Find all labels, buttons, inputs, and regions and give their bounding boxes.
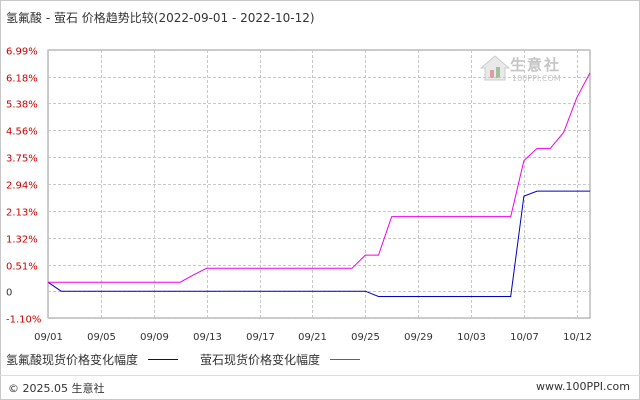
legend: 氢氟酸现货价格变化幅度 萤石现货价格变化幅度 (6, 351, 368, 368)
x-tick-label: 10/03 (457, 332, 486, 343)
x-tick-label: 09/01 (34, 332, 63, 343)
x-tick-label: 10/12 (563, 332, 592, 343)
y-tick-label: 4.56% (6, 127, 38, 138)
series-line-fluorite (48, 72, 591, 283)
footer-divider (0, 375, 640, 376)
y-tick-label: 3.75% (6, 154, 38, 165)
legend-label-hydrofluoric-acid: 氢氟酸现货价格变化幅度 (6, 353, 139, 367)
x-tick-label: 09/25 (351, 332, 380, 343)
legend-swatch-hydrofluoric-acid (148, 359, 179, 360)
y-tick-label: 6.99% (6, 47, 38, 58)
legend-swatch-fluorite (330, 359, 361, 360)
y-tick-label: 2.13% (6, 208, 38, 219)
y-tick-label: 5.38% (6, 100, 38, 111)
x-tick-label: 09/17 (246, 332, 275, 343)
y-tick-label: 0.51% (6, 262, 38, 273)
y-tick-label: 6.18% (6, 74, 38, 85)
y-tick-label: -1.10% (6, 315, 41, 326)
x-tick-label: 09/29 (404, 332, 433, 343)
y-tick-label: 1.32% (6, 235, 38, 246)
footer-copyright: © 2025.05 生意社 (8, 382, 105, 395)
line-chart: 6.99% 6.18% 5.38% 4.56% 3.75% 2.94% 2.13% 1.32%… (6, 47, 592, 344)
footer-site-link[interactable]: www.100PPI.com (536, 380, 630, 393)
x-tick-label: 09/21 (298, 332, 327, 343)
y-tick-label: 0 (6, 288, 12, 299)
x-tick-label: 09/09 (140, 332, 169, 343)
series-line-hydrofluoric-acid (47, 190, 590, 297)
x-tick-label: 09/13 (193, 332, 222, 343)
x-tick-label: 10/07 (510, 332, 539, 343)
x-tick-label: 09/05 (87, 332, 116, 343)
y-tick-label: 2.94% (6, 181, 38, 192)
legend-label-fluorite: 萤石现货价格变化幅度 (200, 353, 321, 367)
